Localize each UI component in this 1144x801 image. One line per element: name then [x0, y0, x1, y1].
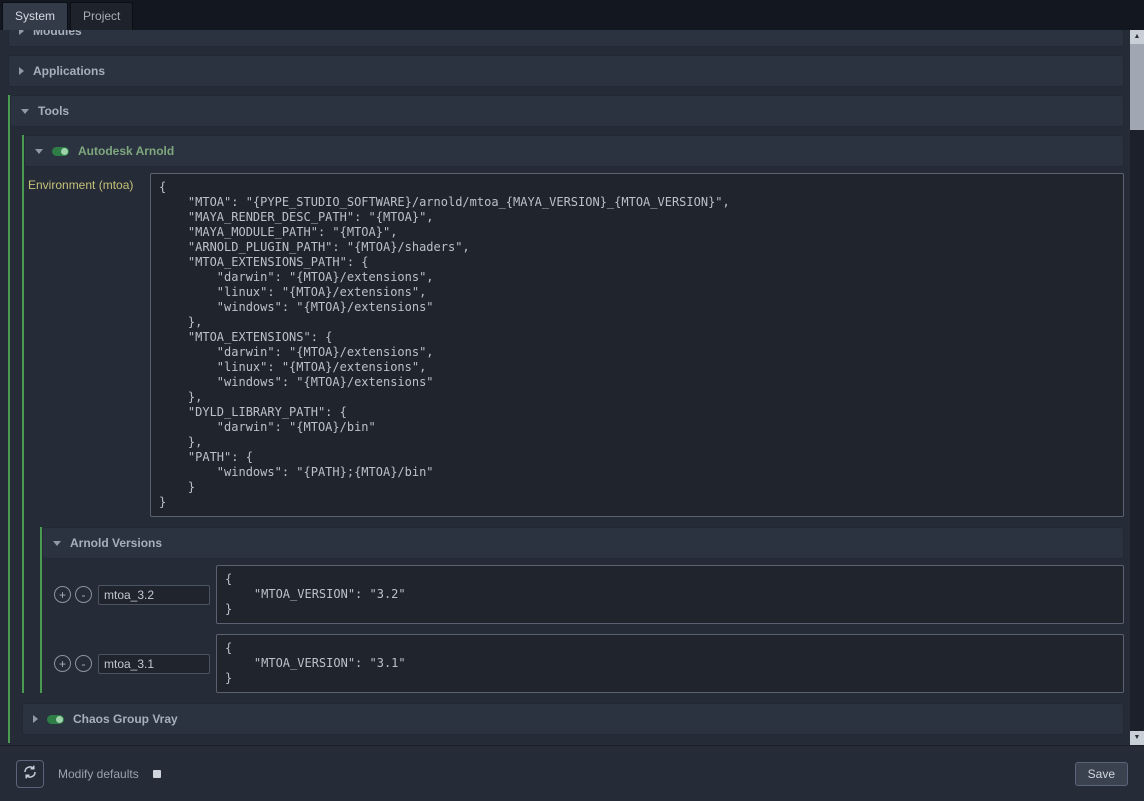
- modify-defaults-checkbox[interactable]: [153, 770, 161, 778]
- group-chaos-group-vray: Chaos Group Vray: [22, 703, 1124, 735]
- version-json-editor[interactable]: { "MTOA_VERSION": "3.2" }: [216, 565, 1124, 624]
- section-header-arnold-versions[interactable]: Arnold Versions: [42, 527, 1124, 559]
- section-modules: Modules: [8, 30, 1124, 47]
- tools-content: Autodesk Arnold Environment (mtoa) { "MT…: [10, 127, 1124, 743]
- section-title: Applications: [33, 64, 105, 78]
- tab-project[interactable]: Project: [70, 2, 133, 30]
- save-button[interactable]: Save: [1075, 762, 1128, 786]
- enabled-toggle[interactable]: [47, 715, 64, 724]
- vertical-scrollbar[interactable]: ▲ ▼: [1130, 30, 1144, 745]
- version-name-input[interactable]: [98, 585, 210, 605]
- version-json-editor[interactable]: { "MTOA_VERSION": "3.1" }: [216, 634, 1124, 693]
- scroll-up-button[interactable]: ▲: [1130, 30, 1144, 44]
- scrollbar-track[interactable]: [1130, 130, 1144, 731]
- group-header-chaos-group-vray[interactable]: Chaos Group Vray: [22, 703, 1124, 735]
- remove-item-button[interactable]: -: [75, 586, 92, 603]
- add-item-button[interactable]: +: [54, 655, 71, 672]
- enabled-toggle[interactable]: [52, 147, 69, 156]
- group-title: Autodesk Arnold: [78, 144, 174, 158]
- refresh-icon: [22, 764, 38, 783]
- environment-json-editor[interactable]: { "MTOA": "{PYPE_STUDIO_SOFTWARE}/arnold…: [150, 173, 1124, 517]
- section-applications: Applications: [8, 55, 1124, 87]
- remove-item-button[interactable]: -: [75, 655, 92, 672]
- footer-bar: Modify defaults Save: [0, 745, 1144, 801]
- add-item-button[interactable]: +: [54, 586, 71, 603]
- section-title: Modules: [33, 30, 82, 38]
- version-row: + - { "MTOA_VERSION": "3.1" }: [54, 634, 1124, 693]
- section-arnold-versions: Arnold Versions + -: [40, 527, 1124, 693]
- section-header-modules[interactable]: Modules: [8, 30, 1124, 47]
- expand-arrow-icon: [19, 67, 24, 75]
- arnold-group-body: Environment (mtoa) { "MTOA": "{PYPE_STUD…: [24, 167, 1124, 693]
- tab-system[interactable]: System: [2, 2, 68, 30]
- section-title: Arnold Versions: [70, 536, 162, 550]
- settings-content: Modules Applications Tools: [0, 30, 1144, 745]
- arnold-versions-content: + - { "MTOA_VERSION": "3.2" }: [42, 559, 1124, 693]
- scrollbar-thumb[interactable]: [1130, 44, 1144, 130]
- section-header-applications[interactable]: Applications: [8, 55, 1124, 87]
- tab-bar: System Project: [0, 0, 1144, 30]
- version-row: + - { "MTOA_VERSION": "3.2" }: [54, 565, 1124, 624]
- environment-row: Environment (mtoa) { "MTOA": "{PYPE_STUD…: [28, 173, 1124, 517]
- group-header-autodesk-arnold[interactable]: Autodesk Arnold: [24, 135, 1124, 167]
- settings-scroll-area: Modules Applications Tools: [0, 30, 1130, 745]
- modify-defaults-label: Modify defaults: [58, 767, 139, 781]
- collapse-arrow-icon: [53, 541, 61, 546]
- settings-scroll-content: Modules Applications Tools: [8, 30, 1124, 743]
- settings-window: System Project Modules Applications: [0, 0, 1144, 801]
- environment-label: Environment (mtoa): [28, 173, 144, 192]
- expand-arrow-icon: [19, 30, 24, 35]
- section-header-tools[interactable]: Tools: [10, 95, 1124, 127]
- collapse-arrow-icon: [21, 109, 29, 114]
- group-autodesk-arnold: Autodesk Arnold Environment (mtoa) { "MT…: [22, 135, 1124, 693]
- version-name-input[interactable]: [98, 654, 210, 674]
- expand-arrow-icon: [33, 715, 38, 723]
- row-actions: + -: [54, 586, 92, 603]
- scroll-down-button[interactable]: ▼: [1130, 731, 1144, 745]
- section-title: Tools: [38, 104, 69, 118]
- collapse-arrow-icon: [35, 149, 43, 154]
- row-actions: + -: [54, 655, 92, 672]
- refresh-button[interactable]: [16, 760, 44, 788]
- section-tools: Tools Autodesk Arnold: [8, 95, 1124, 743]
- group-title: Chaos Group Vray: [73, 712, 178, 726]
